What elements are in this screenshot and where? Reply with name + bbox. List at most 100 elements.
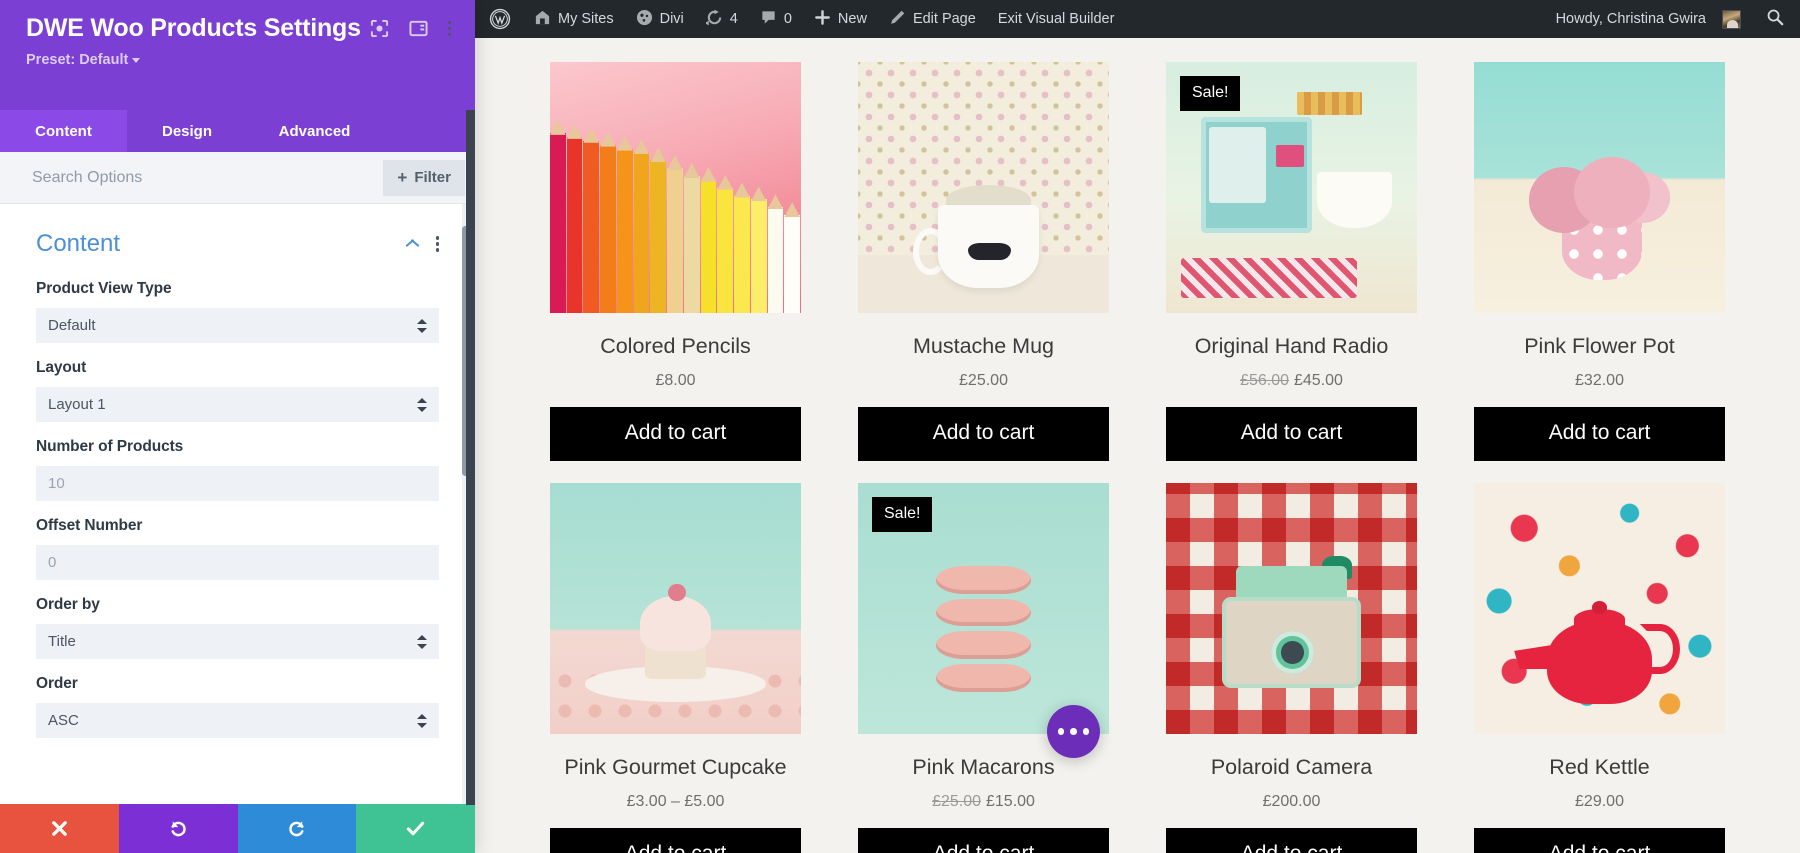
product-image-wrapper[interactable] (1474, 62, 1725, 313)
product-price-old: £25.00 (932, 793, 981, 811)
admin-bar-my-sites[interactable]: My Sites (523, 0, 625, 38)
product-price-current: £3.00 – £5.00 (626, 793, 725, 811)
product-view-type-select[interactable]: Default (36, 308, 439, 343)
product-image-wrapper[interactable] (1474, 483, 1725, 735)
dashboard-sites-icon (534, 9, 551, 30)
search-icon[interactable] (1752, 8, 1800, 30)
target-icon[interactable] (370, 19, 389, 38)
admin-bar-comments[interactable]: 0 (749, 0, 803, 38)
product-title[interactable]: Pink Macarons (858, 754, 1109, 780)
product-title[interactable]: Polaroid Camera (1166, 754, 1417, 780)
plus-icon (814, 9, 831, 30)
product-image-wrapper[interactable] (1166, 483, 1417, 735)
product-card[interactable]: Pink Flower Pot £32.00 Add to cart (1474, 62, 1725, 462)
kebab-menu-icon[interactable] (435, 236, 439, 252)
product-price: £29.00 (1474, 793, 1725, 811)
product-image-wrapper[interactable] (550, 62, 801, 313)
tab-advanced[interactable]: Advanced (247, 110, 382, 152)
admin-bar-howdy[interactable]: Howdy, Christina Gwira (1545, 0, 1752, 38)
product-card[interactable]: Pink Gourmet Cupcake £3.00 – £5.00 Add t… (550, 483, 801, 853)
visual-builder-menu-button[interactable] (1047, 705, 1100, 758)
product-card[interactable]: Colored Pencils £8.00 Add to cart (550, 62, 801, 462)
admin-bar-label: Edit Page (912, 11, 976, 27)
order-by-select[interactable]: Title (36, 624, 439, 659)
tab-design[interactable]: Design (127, 110, 247, 152)
select-arrows-icon (417, 316, 427, 336)
field-label: Layout (36, 359, 87, 376)
admin-bar-new[interactable]: New (803, 0, 878, 38)
number-of-products-input[interactable]: 10 (36, 466, 439, 501)
polaroid-camera-photo (1166, 483, 1417, 735)
product-card[interactable]: Polaroid Camera £200.00 Add to cart (1166, 483, 1417, 853)
product-image-wrapper[interactable] (550, 483, 801, 735)
product-price-current: £29.00 (1575, 793, 1624, 811)
admin-bar-right: Howdy, Christina Gwira (1545, 0, 1800, 38)
product-card[interactable]: Sale! Original Hand Radio £56.00 £45.00 A… (1166, 62, 1417, 462)
product-image-wrapper[interactable] (858, 62, 1109, 313)
divi-logo-icon (636, 9, 653, 30)
add-to-cart-button[interactable]: Add to cart (550, 828, 801, 853)
search-input[interactable] (32, 168, 384, 187)
ellipsis-icon (1082, 728, 1090, 735)
add-to-cart-button[interactable]: Add to cart (550, 407, 801, 462)
add-to-cart-button[interactable]: Add to cart (858, 407, 1109, 462)
panel-resize-edge[interactable] (466, 110, 475, 805)
wordpress-logo-icon[interactable] (475, 0, 523, 38)
field-layout: Layout Layout 1 (36, 359, 439, 422)
admin-bar-edit-page[interactable]: Edit Page (878, 0, 987, 38)
tab-content[interactable]: Content (0, 110, 127, 152)
cancel-button[interactable] (0, 804, 119, 853)
pink-gourmet-cupcake-photo (550, 483, 801, 735)
layout-panel-icon[interactable] (409, 19, 428, 38)
updates-refresh-icon (704, 9, 723, 30)
select-arrows-icon (417, 632, 427, 652)
product-title[interactable]: Colored Pencils (550, 333, 801, 359)
sale-badge: Sale! (1180, 76, 1241, 111)
redo-arrow-icon (289, 821, 304, 837)
product-title[interactable]: Pink Gourmet Cupcake (550, 754, 801, 780)
admin-bar-exit-visual-builder[interactable]: Exit Visual Builder (987, 0, 1126, 38)
pencil-edit-icon (889, 9, 906, 30)
product-card[interactable]: Sale! Pink Macarons £25.00 £15.00 Add to … (858, 483, 1109, 853)
add-to-cart-button[interactable]: Add to cart (1166, 407, 1417, 462)
product-title[interactable]: Mustache Mug (858, 333, 1109, 359)
mustache-mug-photo (858, 62, 1109, 313)
field-label: Order (36, 675, 78, 692)
field-number-of-products: Number of Products 10 (36, 438, 439, 501)
product-price: £25.00 (858, 372, 1109, 390)
add-to-cart-button[interactable]: Add to cart (1166, 828, 1417, 853)
product-title[interactable]: Pink Flower Pot (1474, 333, 1725, 359)
add-to-cart-button[interactable]: Add to cart (1474, 407, 1725, 462)
pink-flower-pot-photo (1474, 62, 1725, 313)
preset-selector[interactable]: Preset: Default (26, 52, 453, 68)
field-value: ASC (48, 712, 79, 729)
admin-bar-divi[interactable]: Divi (625, 0, 695, 38)
settings-panel-header: DWE Woo Products Settings Preset: Defaul… (0, 0, 475, 110)
add-to-cart-button[interactable]: Add to cart (1474, 828, 1725, 853)
admin-bar-label: New (837, 11, 867, 27)
product-title[interactable]: Red Kettle (1474, 754, 1725, 780)
order-select[interactable]: ASC (36, 703, 439, 738)
undo-button[interactable] (118, 804, 238, 853)
select-arrows-icon (417, 395, 427, 415)
add-to-cart-button[interactable]: Add to cart (858, 828, 1109, 853)
chevron-up-icon[interactable] (405, 239, 420, 248)
admin-bar-updates[interactable]: 4 (695, 0, 749, 38)
filter-button[interactable]: + Filter (383, 159, 465, 196)
offset-number-input[interactable]: 0 (36, 545, 439, 580)
product-image-wrapper[interactable]: Sale! (858, 483, 1109, 735)
admin-bar-label: Exit Visual Builder (997, 11, 1115, 27)
field-value: 10 (48, 475, 65, 492)
product-title[interactable]: Original Hand Radio (1166, 333, 1417, 359)
product-card[interactable]: Mustache Mug £25.00 Add to cart (858, 62, 1109, 462)
comment-bubble-icon (760, 9, 777, 30)
product-image-wrapper[interactable]: Sale! (1166, 62, 1417, 313)
field-order: Order ASC (36, 675, 439, 738)
layout-select[interactable]: Layout 1 (36, 387, 439, 422)
save-button[interactable] (356, 804, 475, 853)
kebab-menu-icon[interactable] (447, 20, 451, 37)
redo-button[interactable] (237, 804, 357, 853)
product-price: £32.00 (1474, 372, 1725, 390)
sale-badge: Sale! (872, 497, 933, 533)
product-card[interactable]: Red Kettle £29.00 Add to cart (1474, 483, 1725, 853)
